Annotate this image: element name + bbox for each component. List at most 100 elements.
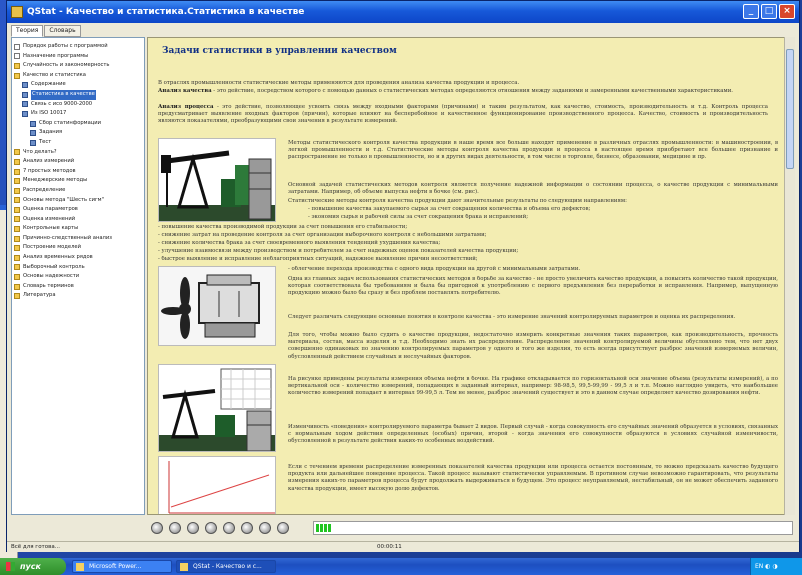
tab-bar: Теория Словарь	[11, 25, 81, 37]
list-item: - повышение качества производимой продук…	[158, 224, 408, 230]
exit-button-icon[interactable]	[277, 522, 289, 534]
help-button-icon[interactable]	[259, 522, 271, 534]
sidebar-item[interactable]: Распределение	[12, 186, 144, 196]
system-tray: EN ◐ ◑	[750, 558, 802, 575]
term-quality-analysis: Анализ качества	[158, 88, 212, 94]
sidebar-item[interactable]: Связь с исо 9000-2000	[12, 100, 144, 110]
sidebar-item-label: Оценка параметров	[23, 206, 78, 213]
sidebar-item-label: Основы метода "Шесть сигм"	[23, 196, 104, 203]
vertical-scrollbar[interactable]	[784, 37, 795, 515]
sidebar-item-label: 7 простых методов	[23, 167, 76, 174]
sidebar-item[interactable]: Оценка изменений	[12, 215, 144, 225]
doc-icon	[14, 43, 20, 50]
paragraph-methods: Методы статистического контроля качества…	[288, 140, 778, 161]
sidebar-item[interactable]: Анализ временных рядов	[12, 253, 144, 263]
play-button-icon[interactable]	[187, 522, 199, 534]
start-button[interactable]: пуск	[0, 558, 66, 575]
window-title: QStat - Качество и статистика.Статистика…	[27, 7, 305, 17]
paragraph-process-analysis: Анализ процесса - это действие, позволяю…	[158, 104, 768, 134]
folder-icon	[14, 158, 20, 165]
sidebar-item-label: Сбор статинформации	[39, 119, 102, 126]
sidebar-item[interactable]: Случайность и закономерность	[12, 61, 144, 71]
list-item: - быстрое выявление и исправление неблаг…	[158, 256, 478, 262]
folder-icon	[14, 149, 20, 156]
sidebar-item[interactable]: Контрольные карты	[12, 224, 144, 234]
engine-image	[158, 266, 276, 346]
folder-icon	[14, 168, 20, 175]
folder-icon	[14, 187, 20, 194]
book-icon	[30, 120, 36, 127]
back-button-icon[interactable]	[151, 522, 163, 534]
task-label: QStat - Качество и с...	[193, 563, 262, 570]
sidebar-item[interactable]: Словарь терминов	[12, 282, 144, 292]
sidebar-item[interactable]: Что делать?	[12, 148, 144, 158]
sidebar-item[interactable]: Из ISO 10017	[12, 109, 144, 119]
sidebar-item[interactable]: Оценка параметров	[12, 205, 144, 215]
sidebar-item[interactable]: Назначение программы	[12, 52, 144, 62]
folder-icon	[14, 274, 20, 281]
sidebar-item[interactable]: 7 простых методов	[12, 167, 144, 177]
maximize-button[interactable]: □	[761, 4, 777, 19]
task-label: Microsoft Power...	[89, 563, 142, 570]
minimize-button[interactable]: _	[743, 4, 759, 19]
sidebar-item-label: Назначение программы	[23, 52, 89, 59]
link-button-icon[interactable]	[205, 522, 217, 534]
sidebar-item[interactable]: Построение моделей	[12, 243, 144, 253]
title-bar[interactable]: QStat - Качество и статистика.Статистика…	[7, 1, 799, 23]
sidebar-item-label: Менеджерские методы	[23, 177, 88, 184]
taskbar-item-powerpoint[interactable]: Microsoft Power...	[72, 560, 172, 573]
sidebar-item[interactable]: Содержание	[12, 80, 144, 90]
folder-icon	[14, 283, 20, 290]
player-toolbar	[147, 519, 311, 537]
sidebar-item[interactable]: Причинно-следственный анализ	[12, 234, 144, 244]
sound-button-icon[interactable]	[241, 522, 253, 534]
sidebar-item[interactable]: Литература	[12, 291, 144, 301]
print-button-icon[interactable]	[223, 522, 235, 534]
sidebar-item[interactable]: Тест	[12, 138, 144, 148]
sidebar-item[interactable]: Качество и статистика	[12, 71, 144, 81]
page-title: Задачи статистики в управлении качеством	[162, 46, 397, 56]
sidebar-item-label: Задания	[39, 129, 63, 136]
oil-barrel-chart-image	[158, 364, 276, 452]
topic-tree: Порядок работы с программой Назначение пр…	[11, 37, 145, 515]
sidebar-item[interactable]: Порядок работы с программой	[12, 42, 144, 52]
sidebar-item-label: Основы надежности	[23, 273, 80, 280]
sidebar-item[interactable]: Задания	[12, 128, 144, 138]
quality-analysis-text: - это действие, посредством которого с п…	[211, 88, 734, 94]
folder-icon	[14, 254, 20, 261]
paragraph-distribution: Для того, чтобы можно было судить о каче…	[288, 332, 778, 360]
sidebar-item-label: Качество и статистика	[23, 71, 86, 78]
sidebar-item[interactable]: Основы метода "Шесть сигм"	[12, 196, 144, 206]
taskbar: пуск Microsoft Power... QStat - Качество…	[0, 558, 802, 575]
paragraph-concepts: Следует различать следующие основные пон…	[288, 314, 736, 320]
folder-icon	[14, 178, 20, 185]
taskbar-item-qstat[interactable]: QStat - Качество и с...	[176, 560, 276, 573]
sidebar-item[interactable]: Анализ измерений	[12, 157, 144, 167]
progress-fill	[316, 524, 331, 532]
trend-line-image	[158, 456, 276, 514]
folder-icon	[14, 216, 20, 223]
sidebar-item-label: Случайность и закономерность	[23, 62, 110, 69]
sidebar-item[interactable]: Выборочный контроль	[12, 263, 144, 273]
sidebar-item-label: Распределение	[23, 186, 66, 193]
sidebar-item[interactable]: Основы надежности	[12, 272, 144, 282]
paragraph-barrel-results: На рисунке приведены результаты измерени…	[288, 376, 778, 397]
scrollbar-thumb[interactable]	[786, 49, 794, 169]
sidebar-item[interactable]: Статистика в качестве	[12, 89, 144, 100]
paragraph-stability: Если с течением времени распределение из…	[288, 464, 778, 492]
tab-dictionary[interactable]: Словарь	[44, 25, 81, 37]
sidebar-item-label: Словарь терминов	[23, 282, 74, 289]
folder-icon	[14, 264, 20, 271]
doc-icon	[14, 53, 20, 60]
qstat-icon	[180, 563, 188, 571]
progress-cell	[316, 524, 319, 532]
status-time: 00:00:11	[377, 544, 402, 550]
tab-theory[interactable]: Теория	[11, 25, 44, 37]
home-button-icon[interactable]	[169, 522, 181, 534]
close-button[interactable]: ×	[779, 4, 795, 19]
sidebar-item[interactable]: Менеджерские методы	[12, 176, 144, 186]
sidebar-item-label: Выборочный контроль	[23, 263, 85, 270]
sidebar-item[interactable]: Сбор статинформации	[12, 119, 144, 129]
sidebar-item-label: Тест	[39, 138, 52, 145]
paragraph-quality-analysis: Анализ качества - это действие, посредст…	[158, 88, 768, 104]
